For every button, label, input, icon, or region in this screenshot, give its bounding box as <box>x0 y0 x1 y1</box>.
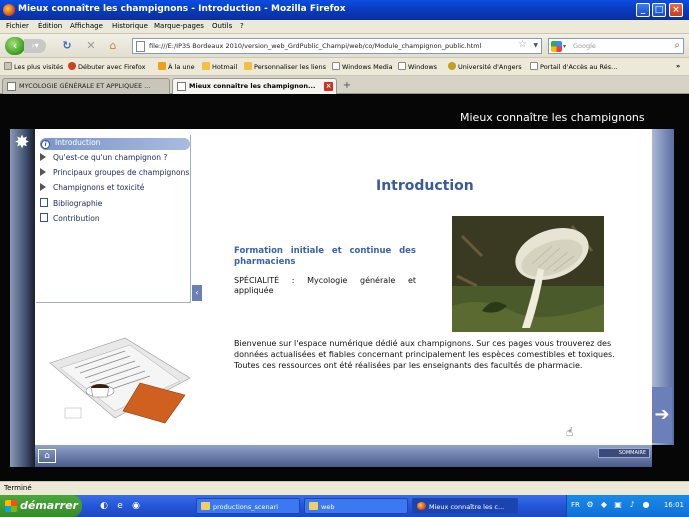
ie-icon[interactable]: e <box>114 500 126 512</box>
bookmark-item[interactable]: Hotmail <box>202 62 237 71</box>
status-text: Terminé <box>4 484 32 492</box>
bookmarks-toolbar: Les plus visités Débuter avec Firefox À … <box>0 58 689 76</box>
url-dropdown-icon[interactable]: ▼ <box>533 42 538 49</box>
menu-tools[interactable]: Outils <box>212 22 232 30</box>
google-icon[interactable] <box>551 41 562 52</box>
tab-mycologie[interactable]: MYCOLOGIE GÉNÉRALE ET APPLIQUEE ... <box>2 78 170 94</box>
security-icon[interactable]: ● <box>641 500 651 510</box>
tab-champignons[interactable]: Mieux connaître les champignon... × <box>172 78 337 94</box>
page-icon <box>177 82 186 91</box>
page-icon <box>136 41 145 52</box>
menu-item-champignon[interactable]: Qu'est-ce qu'un champignon ? <box>40 153 167 165</box>
menu-file[interactable]: Fichier <box>6 22 29 30</box>
bookmark-item[interactable]: Les plus visités <box>4 62 63 71</box>
window-titlebar: Mieux connaître les champignons - Introd… <box>0 0 689 20</box>
tray-icon[interactable]: ⚙ <box>585 500 595 510</box>
stop-icon[interactable]: ✕ <box>84 39 98 53</box>
close-tab-icon[interactable]: × <box>324 82 333 91</box>
home-icon[interactable]: ⌂ <box>38 449 56 463</box>
task-productions-scenari[interactable]: productions_scenari <box>196 498 300 514</box>
bookmark-item[interactable]: Université d'Angers <box>448 62 522 71</box>
close-button[interactable]: × <box>669 3 683 17</box>
page-icon <box>7 82 16 91</box>
menu-help[interactable]: ? <box>240 22 244 30</box>
task-firefox[interactable]: Mieux connaître les c... <box>412 498 518 514</box>
hand-cursor-icon: ☝ <box>566 425 574 439</box>
address-bar[interactable]: file:///E:/IP3S Bordeaux 2010/version_we… <box>132 38 542 54</box>
menu-item-groupes[interactable]: Principaux groupes de champignons <box>40 168 189 180</box>
specialite-text: SPÉCIALITÉ : Mycologie générale et appli… <box>234 276 416 295</box>
task-web[interactable]: web <box>304 498 408 514</box>
formation-heading: Formation initiale et continue des pharm… <box>234 246 416 267</box>
mushroom-photo <box>452 216 604 332</box>
search-icon[interactable]: ⌕ <box>674 40 680 51</box>
welcome-paragraph: Bienvenue sur l'espace numérique dédié a… <box>234 339 615 370</box>
info-icon: i <box>41 140 50 149</box>
left-decorative-strip <box>10 129 38 467</box>
course-menu: i Introduction Qu'est-ce qu'un champignon… <box>36 135 191 303</box>
bookmark-item[interactable]: À la une <box>158 62 195 71</box>
window-title: Mieux connaître les champignons - Introd… <box>18 4 346 14</box>
sommaire-button[interactable]: SOMMAIRE <box>598 448 650 458</box>
menu-item-contribution[interactable]: Contribution <box>40 213 100 225</box>
start-button[interactable]: démarrer <box>0 495 82 517</box>
arrow-icon <box>40 168 46 176</box>
network-icon[interactable]: ▣ <box>613 500 623 510</box>
navigation-toolbar: ‹ ›▾ ↻ ✕ ⌂ file:///E:/IP3S Bordeaux 2010… <box>0 34 689 58</box>
back-button[interactable]: ‹ <box>5 37 25 55</box>
system-tray: FR ⚙ ◆ ▣ ♪ ● 16:01 <box>566 495 689 517</box>
shield-icon[interactable]: ◆ <box>599 500 609 510</box>
bookmark-item[interactable]: Windows <box>398 62 437 71</box>
bookmark-item[interactable]: Portail d'Accès au Rés... <box>530 62 617 71</box>
volume-icon[interactable]: ♪ <box>627 500 637 510</box>
menu-history[interactable]: Historique <box>112 22 148 30</box>
windows-logo-icon <box>5 500 17 512</box>
arrow-icon <box>40 183 46 191</box>
menu-bar: Fichier Édition Affichage Historique Mar… <box>0 20 689 34</box>
menu-item-introduction[interactable]: i Introduction <box>40 138 190 150</box>
new-tab-icon[interactable]: + <box>340 80 354 92</box>
home-icon[interactable]: ⌂ <box>106 39 120 53</box>
page-content: Mieux connaître les champignons ✸ ➔ ⌂ SO… <box>0 95 689 481</box>
menu-view[interactable]: Affichage <box>70 22 103 30</box>
next-page-button[interactable]: ➔ <box>652 387 672 443</box>
menu-item-toxicite[interactable]: Champignons et toxicité <box>40 183 144 195</box>
folder-icon <box>309 502 318 510</box>
newspaper-coffee-image <box>49 337 191 424</box>
bookmark-item[interactable]: Windows Media <box>332 62 393 71</box>
taskbar: démarrer ◐ e ◉ productions_scenari web M… <box>0 495 689 517</box>
firefox-icon <box>3 4 15 16</box>
search-engine-dropdown-icon[interactable]: ▾ <box>563 43 566 50</box>
document-icon <box>40 213 48 222</box>
search-bar[interactable]: ▾ Google ⌕ <box>548 38 684 54</box>
search-input[interactable]: Google <box>573 42 596 50</box>
bottom-bar <box>35 445 652 467</box>
minimize-button[interactable]: _ <box>636 3 650 17</box>
tab-bar: MYCOLOGIE GÉNÉRALE ET APPLIQUEE ... Mieu… <box>0 76 689 94</box>
reload-icon[interactable]: ↻ <box>60 39 74 53</box>
firefox-icon <box>417 502 426 510</box>
bookmark-star-icon[interactable]: ☆ <box>518 39 527 50</box>
bookmark-item[interactable]: Personnaliser les liens <box>244 62 326 71</box>
collapse-menu-button[interactable]: ‹ <box>192 285 202 301</box>
bookmark-item[interactable]: Débuter avec Firefox <box>68 62 146 71</box>
menu-edit[interactable]: Édition <box>38 22 62 30</box>
forward-button[interactable]: ›▾ <box>24 39 46 53</box>
folder-icon <box>201 502 210 510</box>
url-text: file:///E:/IP3S Bordeaux 2010/version_we… <box>149 42 482 50</box>
language-indicator[interactable]: FR <box>571 501 580 509</box>
star-logo-icon: ✸ <box>14 132 30 153</box>
maximize-button[interactable]: □ <box>652 3 666 17</box>
page-header: Mieux connaître les champignons <box>460 111 645 124</box>
bookmarks-overflow-icon[interactable]: » <box>676 62 680 70</box>
clock: 16:01 <box>663 501 684 509</box>
document-icon <box>40 198 48 207</box>
arrow-icon <box>40 153 46 161</box>
media-icon[interactable]: ◉ <box>130 500 142 512</box>
quicklaunch-icon[interactable]: ◐ <box>98 500 110 512</box>
status-bar: Terminé <box>0 481 689 495</box>
page-title: Introduction <box>376 178 474 194</box>
menu-item-bibliographie[interactable]: Bibliographie <box>40 198 102 210</box>
menu-bookmarks[interactable]: Marque-pages <box>154 22 204 30</box>
